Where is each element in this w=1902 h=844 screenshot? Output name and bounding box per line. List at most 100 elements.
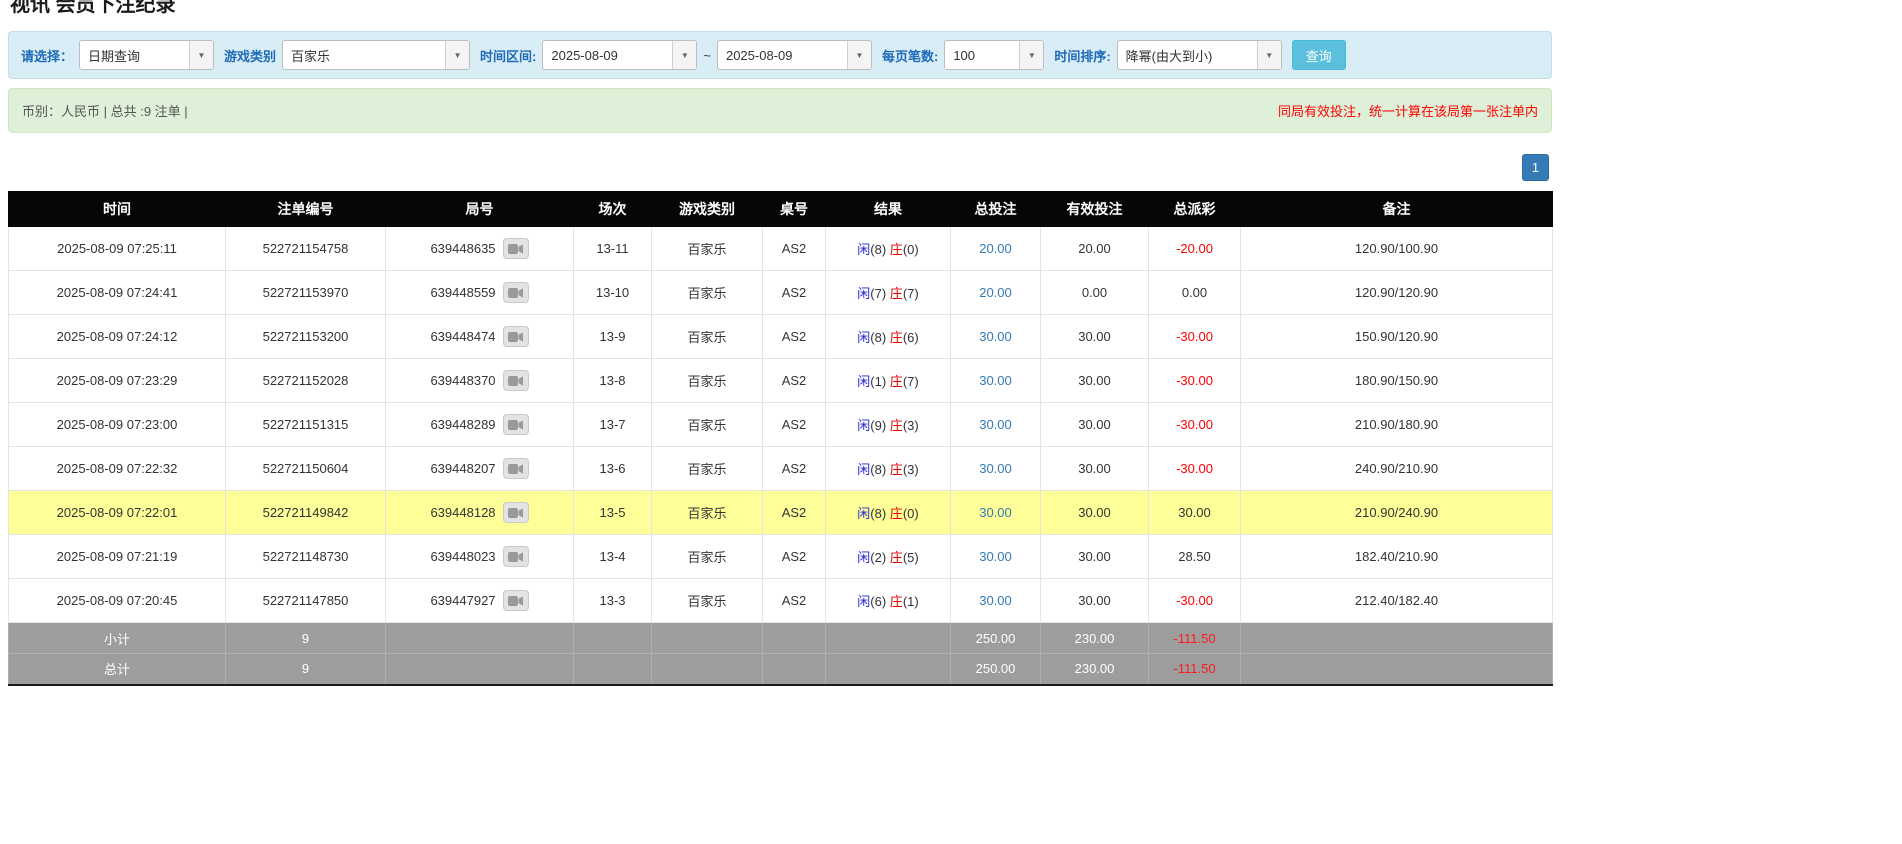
- cell-round: 639448207: [386, 447, 574, 491]
- cell-table-no: AS2: [763, 535, 826, 579]
- cell-valid-bet: 30.00: [1041, 447, 1149, 491]
- cell-valid-bet: 30.00: [1041, 403, 1149, 447]
- cell-result: 闲(8) 庄(3): [826, 447, 951, 491]
- player-result-label: 闲: [857, 330, 870, 345]
- total-bet-link[interactable]: 30.00: [979, 593, 1012, 608]
- cell-time: 2025-08-09 07:22:01: [9, 491, 226, 535]
- player-result-label: 闲: [857, 286, 870, 301]
- cell-game-type: 百家乐: [652, 271, 763, 315]
- cell-time: 2025-08-09 07:20:45: [9, 579, 226, 623]
- summary-valid-bet: 230.00: [1041, 654, 1149, 685]
- pagination: 1: [8, 154, 1552, 181]
- sort-order-select[interactable]: 降幂(由大到小) ▼: [1117, 40, 1282, 70]
- cell-time: 2025-08-09 07:22:32: [9, 447, 226, 491]
- cell-game-type: 百家乐: [652, 403, 763, 447]
- total-bet-link[interactable]: 30.00: [979, 417, 1012, 432]
- chevron-down-icon: ▼: [445, 41, 469, 69]
- round-number: 639448474: [430, 329, 495, 344]
- banker-result-label: 庄: [890, 594, 903, 609]
- bet-record-row: 2025-08-09 07:21:19522721148730639448023…: [9, 535, 1553, 579]
- cell-result: 闲(7) 庄(7): [826, 271, 951, 315]
- summary-empty-cell: [652, 623, 763, 654]
- summary-note: [1241, 623, 1553, 654]
- date-from-select[interactable]: 2025-08-09 ▼: [542, 40, 697, 70]
- cell-table-no: AS2: [763, 359, 826, 403]
- date-to-select[interactable]: 2025-08-09 ▼: [717, 40, 872, 70]
- search-button[interactable]: 查询: [1292, 40, 1346, 70]
- page-size-select[interactable]: 100 ▼: [944, 40, 1044, 70]
- banker-result-label: 庄: [890, 418, 903, 433]
- video-replay-icon[interactable]: [503, 282, 529, 303]
- cell-bet-id: 522721153200: [226, 315, 386, 359]
- summary-valid-bet: 230.00: [1041, 623, 1149, 654]
- cell-round: 639448474: [386, 315, 574, 359]
- banker-result-label: 庄: [890, 374, 903, 389]
- bet-record-row: 2025-08-09 07:23:00522721151315639448289…: [9, 403, 1553, 447]
- round-number: 639448635: [430, 241, 495, 256]
- date-from-value: 2025-08-09: [543, 48, 672, 63]
- cell-game-type: 百家乐: [652, 227, 763, 271]
- cell-payout: -20.00: [1149, 227, 1241, 271]
- player-result-label: 闲: [857, 462, 870, 477]
- cell-note: 240.90/210.90: [1241, 447, 1553, 491]
- video-replay-icon[interactable]: [503, 370, 529, 391]
- round-number: 639448289: [430, 417, 495, 432]
- video-replay-icon[interactable]: [503, 590, 529, 611]
- cell-session: 13-7: [574, 403, 652, 447]
- table-header-row: 时间注单编号局号场次游戏类别桌号结果总投注有效投注总派彩备注: [9, 192, 1553, 227]
- total-bet-link[interactable]: 30.00: [979, 461, 1012, 476]
- page-number-button[interactable]: 1: [1522, 154, 1549, 181]
- bet-record-row: 2025-08-09 07:25:11522721154758639448635…: [9, 227, 1553, 271]
- summary-total-bet: 250.00: [951, 623, 1041, 654]
- subtotal-row: 小计9250.00230.00-111.50: [9, 623, 1553, 654]
- cell-total-bet: 30.00: [951, 535, 1041, 579]
- total-bet-link[interactable]: 30.00: [979, 549, 1012, 564]
- total-bet-link[interactable]: 30.00: [979, 373, 1012, 388]
- round-wrap: 639448559: [430, 282, 528, 303]
- video-replay-icon[interactable]: [503, 414, 529, 435]
- total-bet-link[interactable]: 30.00: [979, 505, 1012, 520]
- video-replay-icon[interactable]: [503, 326, 529, 347]
- round-number: 639448023: [430, 549, 495, 564]
- cell-note: 150.90/120.90: [1241, 315, 1553, 359]
- game-type-select[interactable]: 百家乐 ▼: [282, 40, 470, 70]
- total-bet-link[interactable]: 30.00: [979, 329, 1012, 344]
- summary-payout: -111.50: [1149, 623, 1241, 654]
- filter-bar: 请选择： 日期查询 ▼ 游戏类别 百家乐 ▼ 时间区间: 2025-08-09 …: [8, 31, 1552, 79]
- video-replay-icon[interactable]: [503, 502, 529, 523]
- cell-valid-bet: 30.00: [1041, 491, 1149, 535]
- cell-payout: -30.00: [1149, 315, 1241, 359]
- cell-valid-bet: 30.00: [1041, 535, 1149, 579]
- cell-session: 13-6: [574, 447, 652, 491]
- cell-result: 闲(1) 庄(7): [826, 359, 951, 403]
- cell-note: 180.90/150.90: [1241, 359, 1553, 403]
- cell-round: 639448370: [386, 359, 574, 403]
- column-header-5: 桌号: [763, 192, 826, 227]
- summary-empty-cell: [574, 623, 652, 654]
- cell-session: 13-3: [574, 579, 652, 623]
- total-bet-link[interactable]: 20.00: [979, 285, 1012, 300]
- cell-time: 2025-08-09 07:24:41: [9, 271, 226, 315]
- total-bet-link[interactable]: 20.00: [979, 241, 1012, 256]
- summary-total-bet: 250.00: [951, 654, 1041, 685]
- cell-time: 2025-08-09 07:23:00: [9, 403, 226, 447]
- valid-bet-notice: 同局有效投注，统一计算在该局第一张注单内: [1278, 101, 1538, 120]
- cell-bet-id: 522721149842: [226, 491, 386, 535]
- round-wrap: 639448635: [430, 238, 528, 259]
- banker-result-label: 庄: [890, 286, 903, 301]
- cell-result: 闲(6) 庄(1): [826, 579, 951, 623]
- cell-round: 639448128: [386, 491, 574, 535]
- video-replay-icon[interactable]: [503, 546, 529, 567]
- summary-empty-cell: [386, 623, 574, 654]
- page-title: 视讯 会员下注纪录: [10, 0, 1552, 18]
- player-result-score: (7): [870, 286, 890, 301]
- query-mode-select[interactable]: 日期查询 ▼: [79, 40, 214, 70]
- round-wrap: 639448128: [430, 502, 528, 523]
- cell-round: 639448023: [386, 535, 574, 579]
- player-result-score: (6): [870, 594, 890, 609]
- video-replay-icon[interactable]: [503, 238, 529, 259]
- video-replay-icon[interactable]: [503, 458, 529, 479]
- player-result-label: 闲: [857, 506, 870, 521]
- round-number: 639448370: [430, 373, 495, 388]
- cell-total-bet: 20.00: [951, 227, 1041, 271]
